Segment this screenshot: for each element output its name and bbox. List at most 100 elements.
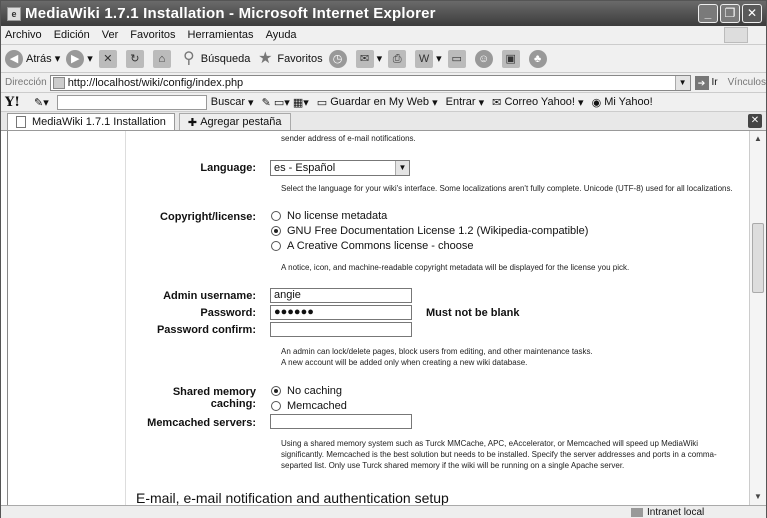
favorites-button[interactable]: ★ Favoritos xyxy=(256,50,322,68)
menu-archivo[interactable]: Archivo xyxy=(5,29,42,41)
search-button[interactable]: ⚲ Búsqueda xyxy=(180,49,250,68)
history-button[interactable]: ◷ xyxy=(328,49,350,68)
stop-icon: ✕ xyxy=(98,49,117,68)
scroll-thumb[interactable] xyxy=(752,223,764,293)
yahoo-enter-button[interactable]: Entrar ▾ xyxy=(446,96,485,109)
refresh-icon: ↻ xyxy=(125,49,144,68)
history-icon: ◷ xyxy=(328,49,347,68)
language-select[interactable]: es - Español ▼ xyxy=(270,160,410,176)
cache-desc-3: separted list. Only use Turck shared mem… xyxy=(281,461,625,470)
tab-bar: MediaWiki 1.7.1 Installation ✚ Agregar p… xyxy=(1,112,766,131)
yahoo-search-button[interactable]: Buscar ▾ xyxy=(211,96,254,109)
edit-button[interactable]: W ▾ xyxy=(415,49,442,68)
discuss-button[interactable]: ▭ xyxy=(447,49,469,68)
pencil-icon[interactable]: ✎▾ xyxy=(34,96,49,109)
memcached-radio[interactable]: Memcached xyxy=(271,400,347,412)
contacts-icon: ♣ xyxy=(528,49,547,68)
email-desc: sender address of e-mail notifications. xyxy=(281,134,416,143)
address-bar: Dirección http://localhost/wiki/config/i… xyxy=(1,73,766,93)
intranet-icon xyxy=(631,507,643,517)
go-button[interactable]: ➔ Ir xyxy=(694,75,718,90)
print-button[interactable]: ⎙ xyxy=(388,49,409,68)
standard-toolbar: ◀ Atrás ▾ ▶ ▾ ✕ ↻ ⌂ ⚲ Búsqueda ★ Favoritos ◷… xyxy=(1,45,766,73)
window-title: MediaWiki 1.7.1 Installation - Microsoft… xyxy=(25,5,436,22)
page-tab-icon xyxy=(16,116,26,128)
license-none-radio[interactable]: No license metadata xyxy=(271,210,387,222)
address-dropdown-icon[interactable]: ▼ xyxy=(674,75,690,90)
cache-label: Shared memory caching: xyxy=(172,386,256,410)
address-url: http://localhost/wiki/config/index.php xyxy=(67,76,244,89)
page-icon xyxy=(52,76,65,89)
password-confirm-label: Password confirm: xyxy=(156,324,256,336)
maximize-icon[interactable]: ❐ xyxy=(720,4,740,23)
star-icon: ★ xyxy=(258,49,273,67)
menu-herramientas[interactable]: Herramientas xyxy=(188,29,254,41)
yahoo-save-button[interactable]: ▭ Guardar en My Web ▾ xyxy=(317,96,438,109)
forward-arrow-icon: ▶ xyxy=(66,49,85,68)
section-heading: E-mail, e-mail notification and authenti… xyxy=(136,490,449,505)
menu-bar: Archivo Edición Ver Favoritos Herramient… xyxy=(1,26,766,45)
add-tab-button[interactable]: ✚ Agregar pestaña xyxy=(178,113,291,130)
scroll-up-icon[interactable]: ▲ xyxy=(752,133,764,145)
back-button[interactable]: ◀ Atrás ▾ xyxy=(5,49,60,68)
home-button[interactable]: ⌂ xyxy=(152,49,174,68)
yahoo-mail-button[interactable]: ✉ Correo Yahoo! ▾ xyxy=(492,96,583,109)
license-gfdl-radio[interactable]: GNU Free Documentation License 1.2 (Wiki… xyxy=(271,225,588,237)
address-input[interactable]: http://localhost/wiki/config/index.php ▼ xyxy=(49,74,691,91)
language-desc: Select the language for your wiki's inte… xyxy=(281,184,733,193)
password-label: Password: xyxy=(200,307,256,319)
yahoo-toolbar: Y! ✎▾ Buscar ▾ ✎ ▭▾ ▦▾ ▭ Guardar en My W… xyxy=(1,93,766,112)
yahoo-highlight-icon[interactable]: ✎ ▭▾ ▦▾ xyxy=(262,96,309,109)
yahoo-my-button[interactable]: ◉ Mi Yahoo! xyxy=(592,96,653,109)
close-icon[interactable]: ✕ xyxy=(742,4,762,23)
zone-indicator: Intranet local xyxy=(631,506,704,518)
menu-ver[interactable]: Ver xyxy=(102,29,119,41)
language-label: Language: xyxy=(200,162,256,174)
links-button[interactable]: Vínculos xyxy=(728,77,766,88)
home-icon: ⌂ xyxy=(152,49,171,68)
close-tab-icon[interactable]: ✕ xyxy=(748,114,762,128)
messenger-button[interactable]: ☺ xyxy=(474,49,496,68)
tab-mediawiki[interactable]: MediaWiki 1.7.1 Installation xyxy=(7,113,175,130)
copyright-label: Copyright/license: xyxy=(160,211,256,223)
scroll-down-icon[interactable]: ▼ xyxy=(752,491,764,503)
status-bar: Intranet local xyxy=(1,505,766,518)
mail-button[interactable]: ✉ ▾ xyxy=(355,49,382,68)
chevron-down-icon: ▼ xyxy=(395,161,409,175)
forward-button[interactable]: ▶ ▾ xyxy=(66,49,93,68)
password-confirm-input[interactable] xyxy=(270,322,412,337)
admin-username-input[interactable]: angie xyxy=(270,288,412,303)
cache-desc-1: Using a shared memory system such as Tur… xyxy=(281,439,699,448)
menu-ayuda[interactable]: Ayuda xyxy=(266,29,297,41)
windows-flag-icon xyxy=(724,27,748,43)
no-caching-radio[interactable]: No caching xyxy=(271,385,342,397)
vertical-scrollbar[interactable]: ▲ ▼ xyxy=(749,131,766,505)
license-cc-radio[interactable]: A Creative Commons license - choose xyxy=(271,240,473,252)
mail-icon: ✉ xyxy=(355,49,374,68)
stop-button[interactable]: ✕ xyxy=(98,49,120,68)
browser-window: e MediaWiki 1.7.1 Installation - Microso… xyxy=(0,0,767,518)
window-controls: _ ❐ ✕ xyxy=(698,4,762,23)
memcached-label: Memcached servers: xyxy=(147,417,256,429)
messenger-icon: ☺ xyxy=(474,49,493,68)
page-viewport: sender address of e-mail notifications. … xyxy=(1,131,766,505)
research-button[interactable]: ▣ xyxy=(501,49,523,68)
edit-icon: W xyxy=(415,49,434,68)
minimize-icon[interactable]: _ xyxy=(698,4,718,23)
admin-label: Admin username: xyxy=(163,290,256,302)
refresh-button[interactable]: ↻ xyxy=(125,49,147,68)
research-icon: ▣ xyxy=(501,49,520,68)
search-icon: ⚲ xyxy=(182,49,195,67)
menu-favoritos[interactable]: Favoritos xyxy=(130,29,175,41)
ie-icon: e xyxy=(7,6,21,21)
yahoo-search-input[interactable] xyxy=(56,94,207,110)
password-input[interactable]: ●●●●●● xyxy=(270,305,412,320)
title-bar: e MediaWiki 1.7.1 Installation - Microso… xyxy=(1,1,766,26)
contacts-button[interactable]: ♣ xyxy=(528,49,550,68)
yahoo-logo[interactable]: Y! xyxy=(5,95,20,110)
print-icon: ⎙ xyxy=(388,49,407,68)
menu-edicion[interactable]: Edición xyxy=(54,29,90,41)
admin-desc-2: A new account will be added only when cr… xyxy=(281,358,528,367)
memcached-servers-input[interactable] xyxy=(270,414,412,429)
address-label: Dirección xyxy=(5,77,47,88)
